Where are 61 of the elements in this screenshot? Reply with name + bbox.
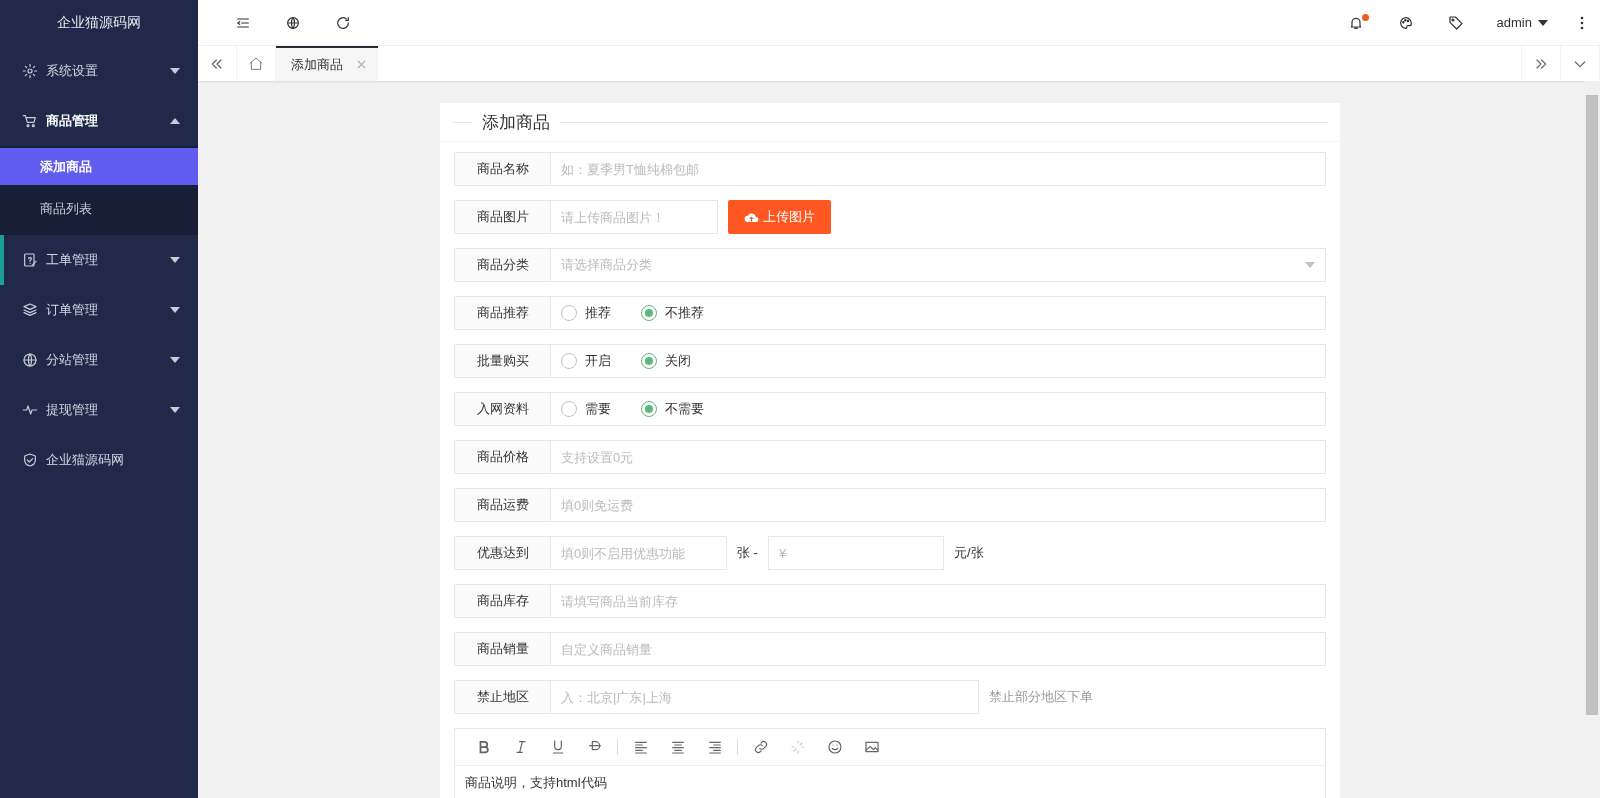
field-label: 禁止地区	[454, 680, 551, 714]
field-label: 商品运费	[454, 488, 551, 522]
field-label: 商品分类	[454, 248, 551, 282]
caret-icon	[170, 307, 180, 313]
sidebar-item[interactable]: 分站管理	[0, 335, 198, 385]
radio-option[interactable]: 不推荐	[641, 304, 704, 322]
sidebar-item[interactable]: 系统设置	[0, 46, 198, 96]
caret-icon	[170, 118, 180, 124]
shield-icon	[22, 452, 38, 468]
field-label: 商品库存	[454, 584, 551, 618]
caret-icon	[170, 68, 180, 74]
form-title: 添加商品	[482, 111, 550, 134]
caret-icon	[1538, 19, 1548, 26]
cloud-upload-icon	[744, 211, 759, 223]
field-label: 商品推荐	[454, 296, 551, 330]
field-label: 批量购买	[454, 344, 551, 378]
caret-icon	[170, 407, 180, 413]
user-menu[interactable]: admin	[1480, 0, 1564, 46]
input-field[interactable]: 支持设置0元	[551, 440, 1326, 474]
layers-icon	[22, 302, 38, 318]
radio-option[interactable]: 不需要	[641, 400, 704, 418]
scroll-right-icon[interactable]	[1521, 46, 1561, 81]
input-field[interactable]: 入：北京|广东|上海	[551, 680, 979, 714]
sidebar-item[interactable]: 企业猫源码网	[0, 435, 198, 485]
input-field[interactable]: 如：夏季男T恤纯棉包邮	[551, 152, 1326, 186]
input-field[interactable]: 请上传商品图片！	[551, 200, 718, 234]
field-label: 商品名称	[454, 152, 551, 186]
rich-text-editor[interactable]: 商品说明，支持html代码	[454, 728, 1326, 798]
sidebar-item[interactable]: 提现管理	[0, 385, 198, 435]
radio-option[interactable]: 推荐	[561, 304, 611, 322]
separator-text: 张 -	[737, 544, 758, 562]
globe-icon	[22, 352, 38, 368]
edit-document-icon	[22, 252, 38, 268]
field-label: 商品销量	[454, 632, 551, 666]
sidebar-item[interactable]: 订单管理	[0, 285, 198, 335]
field-label: 商品图片	[454, 200, 551, 234]
sidebar-subitem[interactable]: 添加商品	[0, 148, 198, 185]
editor-text: 商品说明，支持html代码	[464, 774, 608, 792]
input-field[interactable]: 填0则不启用优惠功能	[551, 536, 727, 570]
input-field[interactable]: 填0则免运费	[551, 488, 1326, 522]
radio-option[interactable]: 关闭	[641, 352, 691, 370]
field-label: 优惠达到	[454, 536, 551, 570]
caret-icon	[170, 357, 180, 363]
unit-text: 元/张	[953, 544, 984, 562]
radio-option[interactable]: 需要	[561, 400, 611, 418]
field-label: 入网资料	[454, 392, 551, 426]
radio-option[interactable]: 开启	[561, 352, 611, 370]
sidebar-subitem[interactable]: 商品列表	[0, 185, 198, 233]
page-tab[interactable]: 添加商品	[276, 46, 378, 81]
caret-icon	[170, 257, 180, 263]
input-field[interactable]: ¥	[767, 536, 944, 570]
field-label: 商品价格	[454, 440, 551, 474]
hint-text: 禁止部分地区下单	[989, 688, 1093, 706]
cart-icon	[22, 113, 38, 129]
close-icon[interactable]	[357, 60, 366, 69]
caret-icon	[1305, 262, 1315, 268]
input-field[interactable]: 自定义商品销量	[551, 632, 1326, 666]
gear-icon	[22, 63, 38, 79]
brand-title: 企业猫源码网	[56, 13, 142, 32]
input-field[interactable]: 请填写商品当前库存	[551, 584, 1326, 618]
sidebar-item[interactable]: 商品管理	[0, 96, 198, 146]
